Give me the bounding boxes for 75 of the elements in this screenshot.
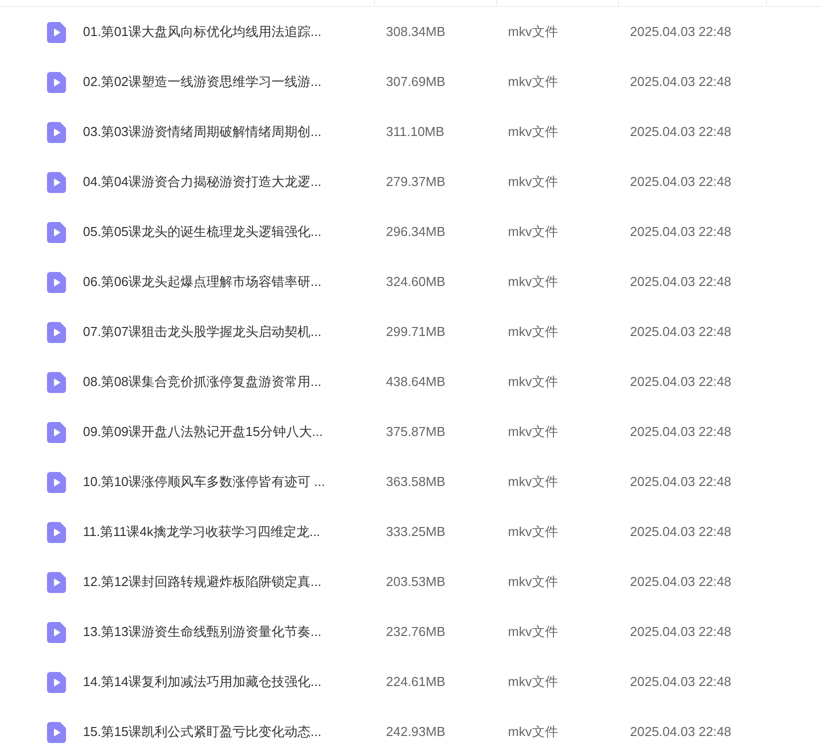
file-name[interactable]: 01.第01课大盘风向标优化均线用法追踪... bbox=[83, 22, 322, 42]
file-name[interactable]: 05.第05课龙头的诞生梳理龙头逻辑强化... bbox=[83, 222, 322, 242]
modified-date: 2025.04.03 22:48 bbox=[630, 124, 732, 140]
file-size: 242.93MB bbox=[386, 724, 446, 740]
file-type: mkv文件 bbox=[508, 174, 558, 190]
file-size: 375.87MB bbox=[386, 424, 446, 440]
modified-date: 2025.04.03 22:48 bbox=[630, 674, 732, 690]
file-type: mkv文件 bbox=[508, 524, 558, 540]
file-size: 308.34MB bbox=[386, 24, 446, 40]
modified-date: 2025.04.03 22:48 bbox=[630, 724, 732, 740]
video-file-icon bbox=[47, 22, 66, 42]
file-size: 311.10MB bbox=[386, 124, 444, 140]
file-size: 299.71MB bbox=[386, 324, 446, 340]
file-name[interactable]: 09.第09课开盘八法熟记开盘15分钟八大... bbox=[83, 422, 323, 442]
file-name[interactable]: 10.第10课涨停顺风车多数涨停皆有迹可 ... bbox=[83, 472, 325, 492]
file-type: mkv文件 bbox=[508, 224, 558, 240]
video-file-icon bbox=[47, 122, 66, 142]
file-size: 363.58MB bbox=[386, 474, 446, 490]
file-name[interactable]: 02.第02课塑造一线游资思维学习一线游... bbox=[83, 72, 322, 92]
file-size: 438.64MB bbox=[386, 374, 446, 390]
file-type: mkv文件 bbox=[508, 474, 558, 490]
file-size: 224.61MB bbox=[386, 674, 446, 690]
file-type: mkv文件 bbox=[508, 674, 558, 690]
video-file-icon bbox=[47, 372, 66, 392]
file-type: mkv文件 bbox=[508, 374, 558, 390]
file-type: mkv文件 bbox=[508, 424, 558, 440]
file-name[interactable]: 14.第14课复利加减法巧用加藏仓技强化... bbox=[83, 672, 322, 692]
video-file-icon bbox=[47, 472, 66, 492]
file-size: 203.53MB bbox=[386, 574, 446, 590]
file-name[interactable]: 08.第08课集合竞价抓涨停复盘游资常用... bbox=[83, 372, 322, 392]
file-size: 324.60MB bbox=[386, 274, 446, 290]
video-file-icon bbox=[47, 272, 66, 292]
file-size: 333.25MB bbox=[386, 524, 446, 540]
file-size: 279.37MB bbox=[386, 174, 446, 190]
file-name[interactable]: 15.第15课凯利公式紧盯盈亏比变化动态... bbox=[83, 722, 322, 742]
file-type: mkv文件 bbox=[508, 574, 558, 590]
video-file-icon bbox=[47, 172, 66, 192]
video-file-icon bbox=[47, 622, 66, 642]
file-type: mkv文件 bbox=[508, 324, 558, 340]
file-type: mkv文件 bbox=[508, 624, 558, 640]
video-file-icon bbox=[47, 422, 66, 442]
modified-date: 2025.04.03 22:48 bbox=[630, 374, 732, 390]
file-name[interactable]: 11.第11课4k擒龙学习收获学习四维定龙... bbox=[83, 522, 320, 542]
video-file-icon bbox=[47, 222, 66, 242]
modified-date: 2025.04.03 22:48 bbox=[630, 474, 732, 490]
file-name[interactable]: 07.第07课狙击龙头股学握龙头启动契机... bbox=[83, 322, 322, 342]
modified-date: 2025.04.03 22:48 bbox=[630, 574, 732, 590]
modified-date: 2025.04.03 22:48 bbox=[630, 624, 732, 640]
file-size: 232.76MB bbox=[386, 624, 446, 640]
modified-date: 2025.04.03 22:48 bbox=[630, 74, 732, 90]
video-file-icon bbox=[47, 722, 66, 742]
modified-date: 2025.04.03 22:48 bbox=[630, 24, 732, 40]
video-file-icon bbox=[47, 672, 66, 692]
modified-date: 2025.04.03 22:48 bbox=[630, 524, 732, 540]
video-file-icon bbox=[47, 522, 66, 542]
file-type: mkv文件 bbox=[508, 124, 558, 140]
video-file-icon bbox=[47, 72, 66, 92]
file-name[interactable]: 06.第06课龙头起爆点理解市场容错率研... bbox=[83, 272, 322, 292]
file-size: 307.69MB bbox=[386, 74, 446, 90]
file-size: 296.34MB bbox=[386, 224, 446, 240]
file-type: mkv文件 bbox=[508, 724, 558, 740]
modified-date: 2025.04.03 22:48 bbox=[630, 324, 732, 340]
video-file-icon bbox=[47, 322, 66, 342]
file-type: mkv文件 bbox=[508, 24, 558, 40]
modified-date: 2025.04.03 22:48 bbox=[630, 424, 732, 440]
file-type: mkv文件 bbox=[508, 74, 558, 90]
file-type: mkv文件 bbox=[508, 274, 558, 290]
modified-date: 2025.04.03 22:48 bbox=[630, 224, 732, 240]
video-file-icon bbox=[47, 572, 66, 592]
modified-date: 2025.04.03 22:48 bbox=[630, 274, 732, 290]
file-name[interactable]: 13.第13课游资生命线甄别游资量化节奏... bbox=[83, 622, 322, 642]
file-name[interactable]: 12.第12课封回路转规避炸板陷阱锁定真... bbox=[83, 572, 322, 592]
file-name[interactable]: 04.第04课游资合力揭秘游资打造大龙逻... bbox=[83, 172, 322, 192]
modified-date: 2025.04.03 22:48 bbox=[630, 174, 732, 190]
file-name[interactable]: 03.第03课游资情绪周期破解情绪周期创... bbox=[83, 122, 322, 142]
